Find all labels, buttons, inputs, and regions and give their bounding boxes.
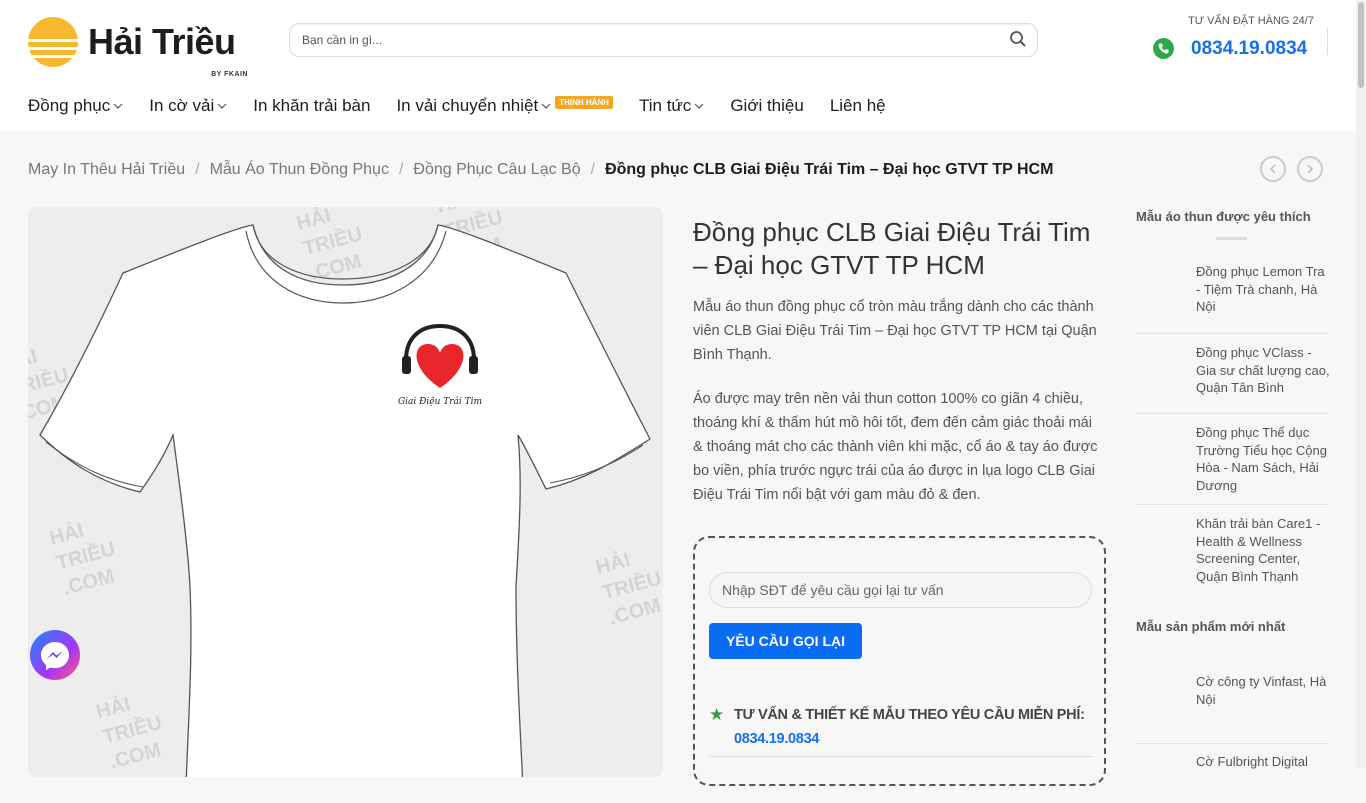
chevron-down-icon [694, 103, 704, 109]
messenger-chat-button[interactable] [30, 630, 80, 680]
svg-text:HẢI: HẢI [47, 518, 86, 549]
sidebar-title-underline [1216, 237, 1247, 240]
product-photo: HẢITRIỀU.COM HẢITRIỀU.COM HẢITRIỀU.COM H… [28, 207, 663, 777]
breadcrumb-link-home[interactable]: May In Thêu Hải Triều [28, 161, 185, 178]
free-design-feature: ★ TƯ VẤN & THIẾT KẾ MẪU THEO YÊU CẦU MIỄ… [709, 703, 1092, 751]
nav-item-tin-tuc[interactable]: Tin tức [639, 96, 704, 116]
product-image[interactable]: HẢITRIỀU.COM HẢITRIỀU.COM HẢITRIỀU.COM H… [28, 207, 663, 777]
chevron-right-icon [1307, 164, 1314, 174]
phone-input[interactable] [709, 572, 1092, 608]
sidebar-divider [1136, 333, 1328, 334]
request-callback-button[interactable]: YÊU CẦU GỌI LẠI [709, 623, 862, 659]
sidebar-new-title: Mẫu sản phẩm mới nhất [1136, 619, 1286, 634]
product-thumbnail[interactable] [1136, 673, 1186, 723]
sidebar-item-link[interactable]: Khăn trải bàn Care1 - Health & Wellness … [1196, 515, 1330, 585]
product-description-1: Mẫu áo thun đồng phục cổ tròn màu trắng … [693, 299, 1097, 363]
nav-item-dong-phuc[interactable]: Đồng phục [28, 96, 123, 116]
messenger-icon [41, 642, 69, 670]
breadcrumb-separator: / [398, 161, 404, 178]
sidebar-popular-title: Mẫu áo thun được yêu thích [1136, 209, 1311, 224]
nav-item-lien-he[interactable]: Liên hệ [830, 96, 886, 116]
search-icon[interactable] [1009, 30, 1029, 50]
feature-phone-link[interactable]: 0834.19.0834 [734, 731, 819, 747]
site-logo[interactable]: Hải Triều BY FKAIN [28, 16, 250, 78]
callback-box: YÊU CẦU GỌI LẠI ★ TƯ VẤN & THIẾT KẾ MẪU … [693, 536, 1106, 786]
prev-product-button[interactable] [1260, 156, 1286, 182]
hotline-label: TƯ VẤN ĐẶT HÀNG 24/7 [1188, 15, 1314, 27]
hotline-number-link[interactable]: 0834.19.0834 [1191, 38, 1307, 60]
t-shirt-shape [39, 224, 651, 777]
next-product-button[interactable] [1297, 156, 1323, 182]
chevron-left-icon [1269, 164, 1276, 174]
logo-sun-icon [28, 17, 78, 67]
feature-divider [709, 756, 1092, 757]
product-thumbnail[interactable] [1136, 344, 1186, 394]
sidebar-item-link[interactable]: Đồng phục VClass - Gia sư chất lượng cao… [1196, 344, 1330, 397]
site-header: Hải Triều BY FKAIN TƯ VẤN ĐẶT HÀNG 24/7 … [0, 0, 1356, 131]
product-description-2: Áo được may trên nền vải thun cotton 100… [693, 391, 1098, 503]
trending-badge: THỊNH HÀNH [555, 95, 613, 109]
product-thumbnail[interactable] [1136, 753, 1186, 803]
sidebar-divider [1136, 743, 1328, 744]
header-divider [1327, 27, 1328, 55]
sidebar-item-link[interactable]: Cờ công ty Vinfast, Hà Nội [1196, 673, 1330, 708]
star-icon: ★ [709, 705, 725, 724]
breadcrumb-current: Đồng phục CLB Giai Điệu Trái Tim – Đại h… [605, 161, 1054, 178]
sidebar-divider [1136, 504, 1328, 505]
logo-subtext: BY FKAIN [211, 71, 248, 78]
chevron-down-icon [217, 103, 227, 109]
breadcrumb-link-clb[interactable]: Đồng Phục Câu Lạc Bộ [413, 161, 580, 178]
chevron-down-icon [541, 103, 551, 109]
nav-item-gioi-thieu[interactable]: Giới thiệu [730, 96, 804, 116]
product-thumbnail[interactable] [1136, 424, 1186, 474]
main-nav: Đồng phục In cờ vải In khăn trải bàn In … [28, 95, 912, 116]
chevron-down-icon [113, 103, 123, 109]
breadcrumb-separator: / [590, 161, 596, 178]
breadcrumb-separator: / [195, 161, 200, 178]
breadcrumb-link-ao-thun[interactable]: Mẫu Áo Thun Đồng Phục [210, 161, 389, 178]
search-box [289, 23, 1038, 57]
nav-item-in-co-vai[interactable]: In cờ vải [149, 96, 227, 116]
club-logo-text: Giai Điệu Trái Tim [398, 396, 482, 407]
nav-item-in-vai-chuyen-nhiet[interactable]: In vải chuyển nhiệt THỊNH HÀNH [396, 95, 613, 116]
breadcrumb: May In Thêu Hải Triều / Mẫu Áo Thun Đồng P… [28, 161, 1053, 179]
nav-item-in-khan-trai-ban[interactable]: In khăn trải bàn [253, 96, 370, 116]
scrollbar-thumb[interactable] [1358, 2, 1364, 88]
page-scrollbar[interactable] [1356, 0, 1366, 768]
whatsapp-phone-icon [1153, 38, 1174, 59]
sidebar-item-link[interactable]: Đồng phục Lemon Tra - Tiệm Trà chanh, Hà… [1196, 263, 1330, 316]
feature-text: TƯ VẤN & THIẾT KẾ MẪU THEO YÊU CẦU MIỄN … [734, 707, 1085, 723]
svg-text:HẢI: HẢI [593, 548, 632, 579]
product-thumbnail[interactable] [1136, 515, 1186, 565]
sidebar-item-link[interactable]: Đồng phục Thể dục Trường Tiểu học Cộng H… [1196, 424, 1330, 494]
logo-text: Hải Triều [88, 21, 236, 62]
search-input[interactable] [300, 32, 994, 48]
product-title: Đồng phục CLB Giai Điệu Trái Tim – Đại h… [693, 217, 1091, 280]
sidebar-divider [1136, 413, 1328, 414]
svg-text:HẢI: HẢI [94, 692, 133, 723]
product-thumbnail[interactable] [1136, 263, 1186, 313]
